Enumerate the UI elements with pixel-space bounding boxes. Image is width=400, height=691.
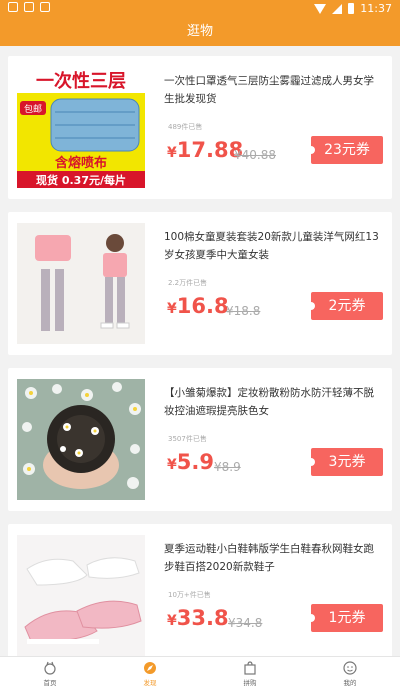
sold-count: 2.2万件已售 — [168, 279, 208, 287]
sold-count: 10万+件已售 — [168, 591, 211, 599]
banner-text: 一次性三层 — [36, 70, 126, 92]
product-card[interactable]: 【小雏菊爆款】定妆粉散粉防水防汗轻薄不脱妆控油遮瑕提亮肤色女 3507件已售 ¥… — [8, 368, 392, 511]
notification-icon — [8, 2, 18, 12]
product-price: ¥16.8 — [167, 294, 229, 318]
battery-icon — [348, 3, 355, 14]
product-image[interactable] — [17, 379, 145, 500]
coupon-button[interactable]: 2元券 — [311, 292, 383, 320]
product-image[interactable] — [17, 223, 145, 344]
home-icon — [44, 661, 56, 675]
tab-group-buy[interactable]: 拼购 — [200, 657, 300, 691]
tab-label: 我的 — [343, 679, 357, 687]
notification-icon — [24, 2, 34, 12]
product-price: ¥17.88 — [167, 138, 244, 162]
tab-profile[interactable]: 我的 — [300, 657, 400, 691]
svg-text:含熔喷布: 含熔喷布 — [54, 155, 107, 171]
product-price: ¥33.8 — [167, 606, 229, 630]
coupon-button[interactable]: 1元券 — [311, 604, 383, 632]
product-price: ¥5.9 — [167, 450, 214, 474]
coupon-button[interactable]: 3元券 — [311, 448, 383, 476]
page-title: 逛物 — [0, 18, 400, 46]
product-title[interactable]: 100棉女童夏装套装20新款儿童装洋气网红13岁女孩夏季中大童女装 — [164, 228, 384, 264]
original-price: ¥40.88 — [234, 148, 276, 162]
original-price: ¥18.8 — [226, 304, 261, 318]
status-time: 11:37 — [360, 2, 392, 15]
status-bar: 11:37 — [0, 0, 400, 18]
original-price: ¥34.8 — [228, 616, 263, 630]
product-card[interactable]: 夏季运动鞋小白鞋韩版学生白鞋春秋网鞋女跑步鞋百搭2020新款鞋子 10万+件已售… — [8, 524, 392, 667]
product-card[interactable]: 一次性三层 包邮 含熔喷布 现货 0.37元/每片 一次性口罩透气三层防尘雾霾过… — [8, 56, 392, 199]
bag-icon — [244, 661, 256, 675]
svg-text:包邮: 包邮 — [24, 103, 42, 115]
product-image[interactable] — [17, 535, 145, 656]
profile-icon — [343, 661, 357, 675]
sold-count: 489件已售 — [168, 123, 203, 131]
product-card[interactable]: 100棉女童夏装套装20新款儿童装洋气网红13岁女孩夏季中大童女装 2.2万件已… — [8, 212, 392, 355]
svg-text:现货 0.37元/每片: 现货 0.37元/每片 — [36, 173, 126, 187]
bottom-tab-bar: 首页 发现 拼购 我的 — [0, 656, 400, 691]
product-title[interactable]: 夏季运动鞋小白鞋韩版学生白鞋春秋网鞋女跑步鞋百搭2020新款鞋子 — [164, 540, 384, 576]
wifi-icon — [314, 3, 327, 14]
product-title[interactable]: 【小雏菊爆款】定妆粉散粉防水防汗轻薄不脱妆控油遮瑕提亮肤色女 — [164, 384, 384, 420]
signal-icon — [332, 3, 343, 14]
tab-label: 拼购 — [243, 679, 257, 687]
tab-label: 发现 — [143, 679, 157, 687]
tab-discover[interactable]: 发现 — [100, 657, 200, 691]
coupon-button[interactable]: 23元券 — [311, 136, 383, 164]
tab-label: 首页 — [43, 679, 57, 687]
original-price: ¥8.9 — [214, 460, 241, 474]
product-image[interactable]: 一次性三层 包邮 含熔喷布 现货 0.37元/每片 — [17, 67, 145, 188]
product-title[interactable]: 一次性口罩透气三层防尘雾霾过滤成人男女学生批发现货 — [164, 72, 384, 108]
discover-icon — [144, 662, 156, 674]
sold-count: 3507件已售 — [168, 435, 207, 443]
tab-home[interactable]: 首页 — [0, 657, 100, 691]
notification-icon — [40, 2, 50, 12]
